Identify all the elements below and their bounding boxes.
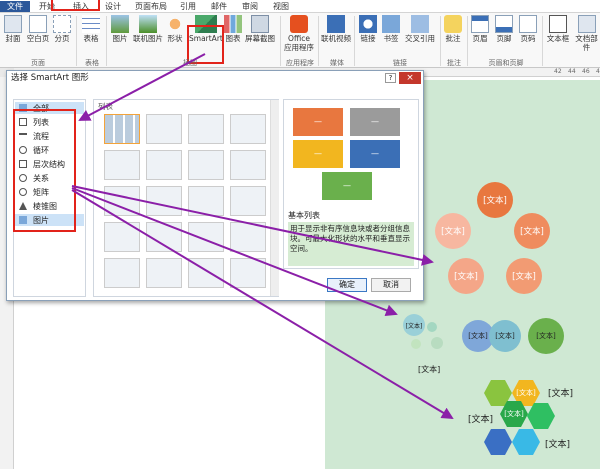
arrow-smartart-to-dialog [78, 53, 206, 121]
arrow-to-cycle [71, 185, 434, 266]
annotation-arrows [71, 53, 454, 420]
arrow-to-hexagons [71, 189, 454, 420]
arrow-to-bubbles [71, 187, 398, 316]
